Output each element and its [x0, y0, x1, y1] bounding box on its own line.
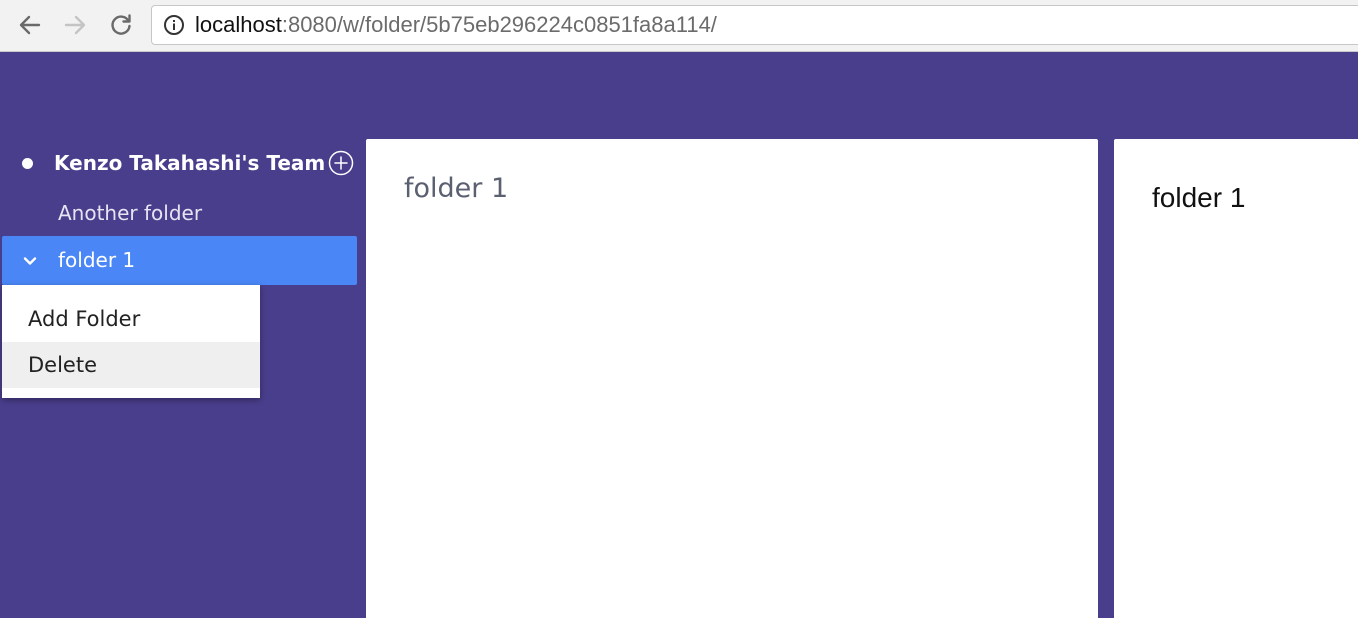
info-icon[interactable]: [163, 14, 185, 36]
team-header[interactable]: Kenzo Takahashi's Team: [0, 144, 362, 184]
folder-panel: folder 1: [366, 139, 1098, 618]
back-button[interactable]: [14, 10, 46, 40]
panel-title: folder 1: [404, 173, 509, 204]
menu-item-delete[interactable]: Delete: [2, 342, 260, 388]
url-path: :8080/w/folder/5b75eb296224c0851fa8a114/: [281, 12, 717, 37]
reload-button[interactable]: [105, 10, 137, 40]
sidebar-item-another-folder[interactable]: Another folder: [58, 200, 202, 226]
bullet-icon: [22, 158, 33, 169]
sidebar-item-folder-1[interactable]: folder 1: [2, 236, 357, 285]
chevron-down-icon[interactable]: [22, 253, 38, 269]
team-name: Kenzo Takahashi's Team: [54, 151, 326, 175]
address-bar[interactable]: localhost:8080/w/folder/5b75eb296224c085…: [151, 5, 1358, 45]
arrow-left-icon: [19, 15, 41, 35]
forward-button[interactable]: [59, 10, 91, 40]
context-menu: Add Folder Delete: [2, 285, 260, 398]
detail-title: folder 1: [1152, 182, 1246, 213]
folder-detail-panel: folder 1: [1114, 139, 1358, 618]
reload-icon: [111, 14, 131, 35]
browser-toolbar: localhost:8080/w/folder/5b75eb296224c085…: [0, 0, 1358, 52]
sidebar-item-label: folder 1: [58, 248, 136, 272]
plus-circle-icon[interactable]: [328, 150, 354, 176]
url-text[interactable]: localhost:8080/w/folder/5b75eb296224c085…: [195, 12, 717, 38]
menu-item-add-folder[interactable]: Add Folder: [2, 296, 260, 342]
url-host: localhost: [195, 12, 282, 37]
arrow-right-icon: [64, 15, 86, 35]
